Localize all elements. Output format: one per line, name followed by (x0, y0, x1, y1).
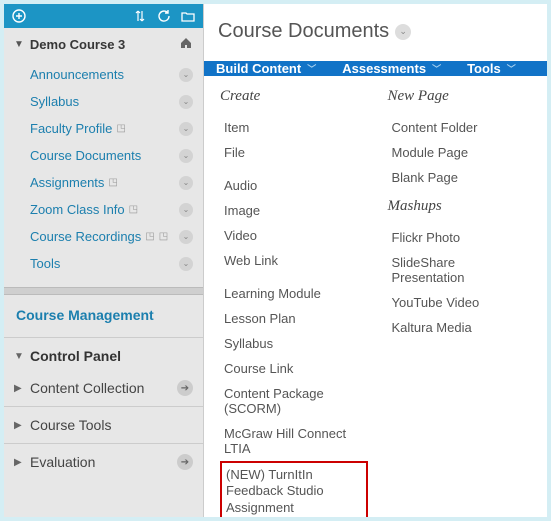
folder-icon[interactable] (181, 9, 195, 23)
nav-course-recordings[interactable]: Course Recordings ◳ ◳ ⌄ (4, 223, 203, 250)
nav-label: Zoom Class Info (30, 202, 125, 217)
chevron-down-icon[interactable]: ⌄ (179, 176, 193, 190)
create-turnitin-assignment[interactable]: (NEW) TurnItIn Feedback Studio Assignmen… (220, 461, 368, 517)
cp-item-label: Content Collection (30, 380, 144, 396)
mashup-flickr[interactable]: Flickr Photo (388, 225, 536, 250)
refresh-icon[interactable] (157, 9, 171, 23)
cp-evaluation[interactable]: ▶ Evaluation ➔ (4, 446, 203, 478)
home-icon[interactable] (179, 36, 193, 53)
nav-faculty-profile[interactable]: Faculty Profile ◳ ⌄ (4, 115, 203, 142)
nav-label: Announcements (30, 67, 124, 82)
newpage-content-folder[interactable]: Content Folder (388, 115, 536, 140)
create-course-link[interactable]: Course Link (220, 356, 368, 381)
page-title: Course Documents (218, 20, 389, 43)
nav-announcements[interactable]: Announcements ⌄ (4, 61, 203, 88)
control-panel-toggle[interactable]: ▼ Control Panel (4, 340, 203, 372)
content-toolbar: Build Content ﹀ Assessments ﹀ Tools ﹀ (204, 61, 547, 76)
newpage-module-page[interactable]: Module Page (388, 140, 536, 165)
toolbar-label: Tools (467, 61, 501, 76)
create-syllabus[interactable]: Syllabus (220, 331, 368, 356)
nav-label: Faculty Profile (30, 121, 112, 136)
nav-zoom-class-info[interactable]: Zoom Class Info ◳ ⌄ (4, 196, 203, 223)
create-lesson-plan[interactable]: Lesson Plan (220, 306, 368, 331)
external-icon: ◳ (159, 231, 168, 242)
mashup-youtube[interactable]: YouTube Video (388, 290, 536, 315)
chevron-down-icon[interactable]: ⌄ (179, 230, 193, 244)
create-video[interactable]: Video (220, 223, 368, 248)
page-title-dropdown-icon[interactable]: ⌄ (395, 24, 411, 40)
create-heading: Create (220, 88, 368, 105)
create-column: Create Item File Audio Image Video Web L… (220, 88, 368, 517)
external-icon: ◳ (108, 177, 117, 188)
nav-tools[interactable]: Tools ⌄ (4, 250, 203, 277)
course-title: Demo Course 3 (30, 37, 125, 52)
newpage-heading: New Page (388, 88, 536, 105)
caret-down-icon: ﹀ (507, 62, 516, 75)
reorder-icon[interactable] (133, 9, 147, 23)
external-icon: ◳ (145, 231, 154, 242)
sidebar: ▼ Demo Course 3 Announcements ⌄ Syllabus… (4, 4, 204, 517)
caret-right-icon: ▶ (14, 383, 24, 394)
arrow-right-icon[interactable]: ➔ (177, 380, 193, 396)
nav-syllabus[interactable]: Syllabus ⌄ (4, 88, 203, 115)
create-item[interactable]: Item (220, 115, 368, 140)
create-audio[interactable]: Audio (220, 173, 368, 198)
create-web-link[interactable]: Web Link (220, 248, 368, 273)
create-mcgraw-hill[interactable]: McGraw Hill Connect LTIA (220, 421, 368, 461)
external-icon: ◳ (116, 123, 125, 134)
arrow-right-icon[interactable]: ➔ (177, 454, 193, 470)
nav-label: Syllabus (30, 94, 79, 109)
caret-down-icon: ﹀ (307, 62, 316, 75)
caret-right-icon: ▶ (14, 420, 24, 431)
mashup-kaltura[interactable]: Kaltura Media (388, 315, 536, 340)
nav-label: Course Documents (30, 148, 141, 163)
add-icon[interactable] (12, 9, 26, 23)
caret-down-icon: ▼ (14, 351, 24, 362)
caret-down-icon: ﹀ (432, 62, 441, 75)
create-image[interactable]: Image (220, 198, 368, 223)
course-nav: Announcements ⌄ Syllabus ⌄ Faculty Profi… (4, 61, 203, 287)
course-root[interactable]: ▼ Demo Course 3 (4, 28, 203, 61)
cp-item-label: Evaluation (30, 454, 95, 470)
chevron-down-icon[interactable]: ⌄ (179, 257, 193, 271)
nav-assignments[interactable]: Assignments ◳ ⌄ (4, 169, 203, 196)
caret-right-icon: ▶ (14, 457, 24, 468)
create-content-package[interactable]: Content Package (SCORM) (220, 381, 368, 421)
create-learning-module[interactable]: Learning Module (220, 281, 368, 306)
page-title-row: Course Documents ⌄ (204, 4, 547, 61)
assessments-button[interactable]: Assessments ﹀ (342, 61, 441, 76)
caret-down-icon: ▼ (14, 39, 24, 50)
cp-content-collection[interactable]: ▶ Content Collection ➔ (4, 372, 203, 404)
control-panel-label: Control Panel (30, 348, 121, 364)
tools-button[interactable]: Tools ﹀ (467, 61, 516, 76)
chevron-down-icon[interactable]: ⌄ (179, 203, 193, 217)
mashups-heading: Mashups (388, 198, 536, 215)
chevron-down-icon[interactable]: ⌄ (179, 95, 193, 109)
app-root: ▼ Demo Course 3 Announcements ⌄ Syllabus… (4, 4, 547, 517)
newpage-blank-page[interactable]: Blank Page (388, 165, 536, 190)
main-content: Course Documents ⌄ Build Content ﹀ Asses… (204, 4, 547, 517)
build-content-button[interactable]: Build Content ﹀ (216, 61, 316, 76)
chevron-down-icon[interactable]: ⌄ (179, 149, 193, 163)
external-icon: ◳ (129, 204, 138, 215)
chevron-down-icon[interactable]: ⌄ (179, 68, 193, 82)
build-content-dropdown: Create Item File Audio Image Video Web L… (204, 76, 547, 517)
nav-label: Tools (30, 256, 60, 271)
nav-label: Course Recordings (30, 229, 141, 244)
course-management-heading: Course Management (4, 295, 203, 335)
cp-item-label: Course Tools (30, 417, 111, 433)
newpage-column: New Page Content Folder Module Page Blan… (388, 88, 536, 517)
toolbar-label: Assessments (342, 61, 426, 76)
sidebar-topbar (4, 4, 203, 28)
sidebar-divider (4, 287, 203, 295)
toolbar-label: Build Content (216, 61, 301, 76)
nav-course-documents[interactable]: Course Documents ⌄ (4, 142, 203, 169)
nav-label: Assignments (30, 175, 104, 190)
cp-course-tools[interactable]: ▶ Course Tools (4, 409, 203, 441)
mashup-slideshare[interactable]: SlideShare Presentation (388, 250, 536, 290)
chevron-down-icon[interactable]: ⌄ (179, 122, 193, 136)
create-file[interactable]: File (220, 140, 368, 165)
